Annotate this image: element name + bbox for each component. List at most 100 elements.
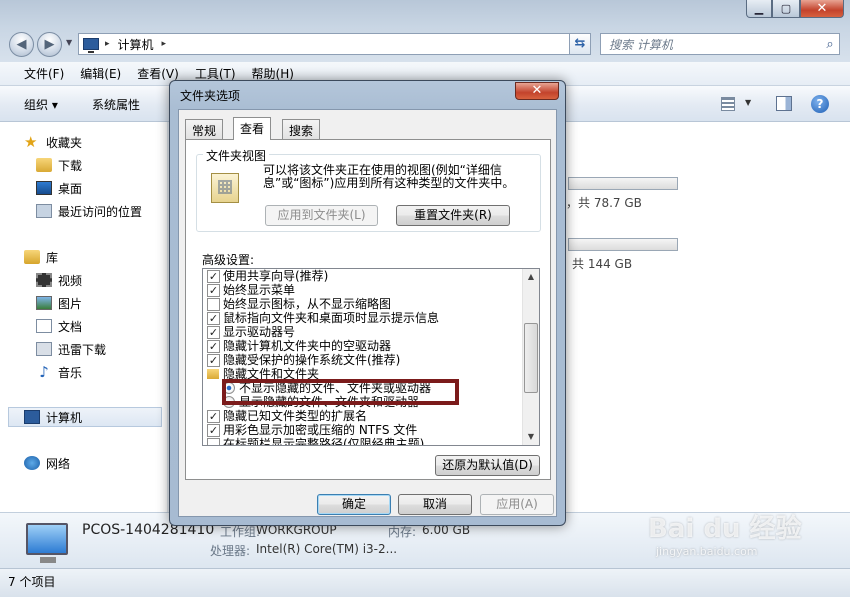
navigation-pane: ★ 收藏夹 下载 桌面 最近访问的位置 库 视频 图片 文档 迅雷下载 ♪ 音乐… (0, 122, 168, 512)
checkbox-checked[interactable]: ✓ (207, 423, 220, 437)
search-icon[interactable]: ⌕ (821, 37, 839, 52)
checkbox-checked[interactable]: ✓ (207, 311, 220, 325)
back-button[interactable]: ◀ (9, 32, 34, 57)
tab-search[interactable]: 搜索 (282, 119, 321, 139)
setting-label: 在标题栏显示完整路径(仅限经典主题) (223, 437, 425, 446)
drive-usage-bar (568, 177, 678, 190)
checkbox-checked[interactable]: ✓ (207, 283, 220, 297)
setting-label: 隐藏受保护的操作系统文件(推荐) (223, 353, 401, 367)
sidebar-item-libraries[interactable]: 库 (24, 247, 186, 267)
view-tab-panel: 文件夹视图 可以将该文件夹正在使用的视图(例如“详细信息”或“图标”)应用到所有… (185, 139, 551, 480)
search-input[interactable]: 搜索 计算机 ⌕ (600, 33, 840, 55)
restore-defaults-button[interactable]: 还原为默认值(D) (435, 455, 540, 476)
view-options-dropdown-icon[interactable]: ▼ (745, 98, 751, 107)
checkbox-checked[interactable]: ✓ (207, 353, 220, 367)
setting-label: 不显示隐藏的文件、文件夹或驱动器 (239, 381, 432, 395)
change-view-icon[interactable] (721, 97, 735, 111)
recent-pages-dropdown[interactable]: ▼ (66, 38, 72, 47)
download-folder-icon (36, 342, 52, 356)
checkbox-unchecked[interactable] (207, 437, 220, 445)
setting-label: 使用共享向导(推荐) (223, 269, 329, 283)
setting-label: 始终显示图标，从不显示缩略图 (223, 297, 392, 311)
sidebar-item-favorites[interactable]: ★ 收藏夹 (24, 132, 186, 152)
dialog-title: 文件夹选项 (180, 89, 241, 103)
scroll-down-icon[interactable]: ▼ (523, 429, 539, 445)
desktop-icon (36, 181, 52, 195)
chevron-right-icon[interactable]: ▸ (105, 39, 110, 49)
setting-row[interactable]: ✓ 使用共享向导(推荐) (207, 269, 328, 283)
setting-label: 始终显示菜单 (223, 283, 296, 297)
scroll-up-icon[interactable]: ▲ (523, 269, 539, 285)
menu-edit[interactable]: 编辑(E) (72, 65, 129, 82)
radio-unselected[interactable] (223, 396, 235, 408)
setting-row[interactable]: ✓ 隐藏计算机文件夹中的空驱动器 (207, 339, 391, 353)
address-bar[interactable]: ▸ 计算机 ▸ ▼ (78, 33, 590, 55)
checkbox-unchecked[interactable] (207, 297, 220, 311)
setting-row[interactable]: 不显示隐藏的文件、文件夹或驱动器 (223, 381, 431, 395)
checkbox-checked[interactable]: ✓ (207, 325, 220, 339)
radio-selected[interactable] (223, 382, 235, 394)
cpu-label: 处理器: (210, 544, 251, 558)
sidebar-item-label: 迅雷下载 (58, 342, 107, 357)
close-button[interactable]: ✕ (800, 0, 844, 18)
forward-button[interactable]: ▶ (37, 32, 62, 57)
sidebar-item-network[interactable]: 网络 (24, 453, 186, 473)
tab-general[interactable]: 常规 (185, 119, 224, 139)
folder-icon (207, 369, 219, 379)
organize-button[interactable]: 组织 ▾ (24, 96, 58, 113)
folder-view-icon (211, 173, 239, 203)
maximize-button[interactable]: ▢ (772, 0, 800, 18)
sidebar-item-label: 收藏夹 (46, 135, 83, 150)
chevron-right-icon[interactable]: ▸ (162, 39, 167, 49)
refresh-button[interactable]: ⇆ (569, 33, 591, 55)
setting-label: 隐藏计算机文件夹中的空驱动器 (223, 339, 392, 353)
cancel-button[interactable]: 取消 (398, 494, 472, 515)
scroll-thumb[interactable] (524, 323, 538, 393)
address-path[interactable]: 计算机 (118, 36, 154, 53)
ok-button[interactable]: 确定 (317, 494, 391, 515)
setting-row[interactable]: ✓ 隐藏受保护的操作系统文件(推荐) (207, 353, 400, 367)
setting-row[interactable]: ✓ 鼠标指向文件夹和桌面项时显示提示信息 (207, 311, 439, 325)
sidebar-item-label: 库 (46, 250, 59, 265)
computer-icon (26, 523, 68, 563)
drive-space-text: ，共 78.7 GB (566, 196, 642, 210)
document-icon (36, 319, 52, 333)
checkbox-checked[interactable]: ✓ (207, 339, 220, 353)
checkbox-checked[interactable]: ✓ (207, 269, 220, 283)
music-note-icon: ♪ (39, 363, 49, 381)
system-properties-button[interactable]: 系统属性 (92, 96, 140, 113)
setting-row[interactable]: 隐藏文件和文件夹 (207, 367, 319, 381)
reset-folders-button[interactable]: 重置文件夹(R) (396, 205, 510, 226)
folder-views-description: 可以将该文件夹正在使用的视图(例如“详细信息”或“图标”)应用到所有这种类型的文… (263, 163, 515, 190)
preview-pane-icon[interactable] (776, 96, 792, 111)
dialog-body: 常规 查看 搜索 文件夹视图 可以将该文件夹正在使用的视图(例如“详细信息”或“… (178, 109, 557, 517)
minimize-button[interactable]: ▁ (746, 0, 772, 18)
menu-file[interactable]: 文件(F) (16, 65, 72, 82)
network-icon (24, 456, 40, 470)
apply-button[interactable]: 应用(A) (480, 494, 554, 515)
setting-label: 隐藏文件和文件夹 (223, 367, 320, 381)
setting-row[interactable]: ✓ 始终显示菜单 (207, 283, 295, 297)
tab-view[interactable]: 查看 (233, 117, 272, 140)
search-placeholder[interactable]: 搜索 计算机 (609, 36, 821, 53)
advanced-settings-label: 高级设置: (202, 253, 255, 267)
help-icon[interactable]: ? (811, 95, 829, 113)
computer-icon (24, 410, 40, 424)
apply-to-folders-button[interactable]: 应用到文件夹(L) (265, 205, 378, 226)
advanced-settings-list[interactable]: ✓ 使用共享向导(推荐) ✓ 始终显示菜单 始终显示图标，从不显示缩略图 ✓ 鼠标指向文件夹… (202, 268, 540, 446)
setting-row[interactable]: ✓ 显示驱动器号 (207, 325, 295, 339)
sidebar-item-computer[interactable]: 计算机 (8, 407, 162, 427)
setting-row[interactable]: ✓ 隐藏已知文件类型的扩展名 (207, 409, 367, 423)
setting-row[interactable]: 在标题栏显示完整路径(仅限经典主题) (207, 437, 425, 446)
setting-row[interactable]: 显示隐藏的文件、文件夹和驱动器 (223, 395, 419, 409)
drive-space-text: 共 144 GB (572, 257, 633, 271)
setting-row[interactable]: 始终显示图标，从不显示缩略图 (207, 297, 391, 311)
setting-row[interactable]: ✓ 用彩色显示加密或压缩的 NTFS 文件 (207, 423, 417, 437)
settings-scrollbar[interactable]: ▲ ▼ (522, 269, 539, 445)
sidebar-item-label: 图片 (58, 296, 83, 311)
folder-options-dialog: 文件夹选项 ✕ 常规 查看 搜索 文件夹视图 可以将该文件夹正在使用的视图(例如… (169, 80, 566, 526)
status-bar: 7 个项目 (0, 568, 850, 597)
star-icon: ★ (24, 133, 38, 151)
checkbox-checked[interactable]: ✓ (207, 409, 220, 423)
dialog-close-button[interactable]: ✕ (515, 82, 559, 100)
